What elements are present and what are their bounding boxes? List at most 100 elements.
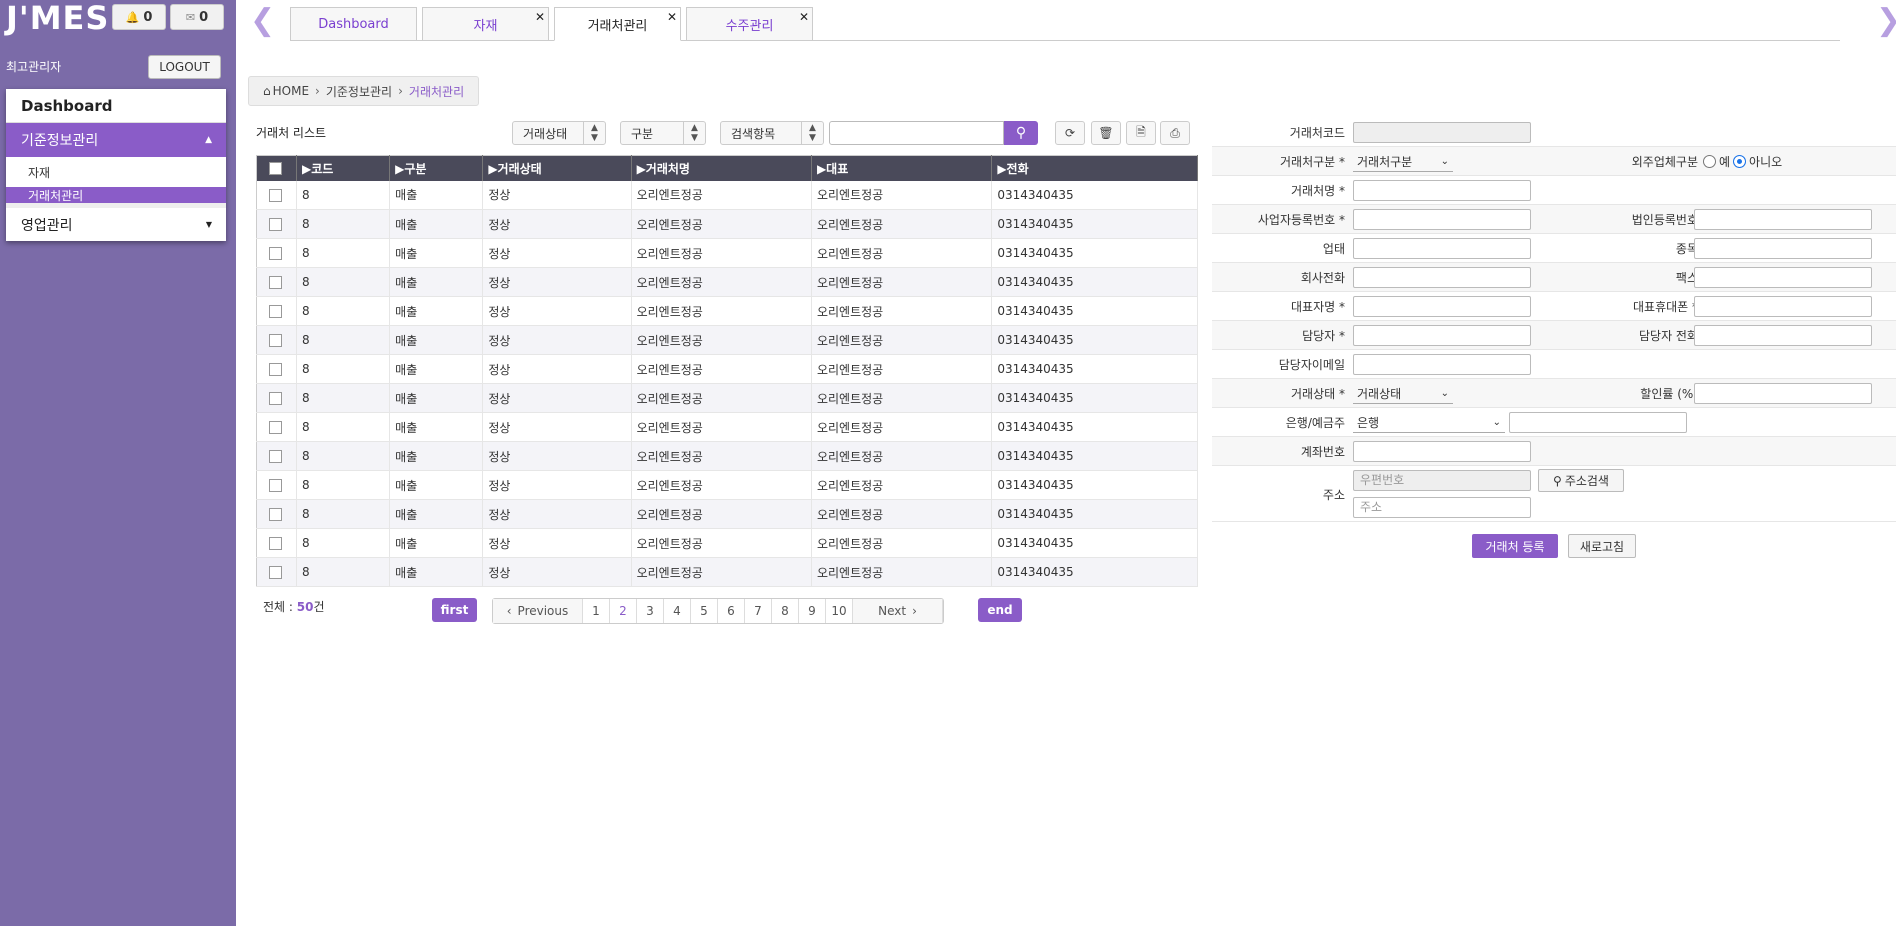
column-header[interactable]: ▶거래상태 [482,155,632,181]
column-header[interactable]: ▶거래처명 [631,155,812,181]
close-icon[interactable]: ✕ [535,10,545,24]
address-search-button[interactable]: ⚲ 주소검색 [1538,469,1624,492]
breadcrumb-level1[interactable]: 기준정보관리 [326,83,392,100]
row-checkbox[interactable] [256,412,297,442]
nav-group-sales[interactable]: 영업관리 ▼ [6,203,226,241]
search-input[interactable] [829,121,1004,145]
ceo-mobile-field[interactable] [1694,296,1872,317]
account-field[interactable] [1353,441,1531,462]
page-button[interactable]: 2 [610,599,637,623]
manager-email-field[interactable] [1353,354,1531,375]
type-filter-select[interactable]: 구분 ▲ ▼ [620,121,706,145]
biz-no-field[interactable] [1353,209,1531,230]
table-row[interactable]: 8 매출 정상 오리엔트정공 오리엔트정공 0314340435 [256,267,1198,297]
table-row[interactable]: 8 매출 정상 오리엔트정공 오리엔트정공 0314340435 [256,238,1198,268]
manager-field[interactable] [1353,325,1531,346]
name-field[interactable] [1353,180,1531,201]
row-checkbox[interactable] [256,499,297,529]
breadcrumb-home[interactable]: HOME [273,84,309,98]
page-button[interactable]: 8 [772,599,799,623]
notifications-button[interactable]: 🔔 0 [112,4,166,30]
page-button[interactable]: 3 [637,599,664,623]
register-button[interactable]: 거래처 등록 [1472,534,1558,558]
page-button[interactable]: 7 [745,599,772,623]
row-checkbox[interactable] [256,325,297,355]
row-checkbox[interactable] [256,238,297,268]
page-button[interactable]: 10 [826,599,853,623]
row-checkbox[interactable] [256,354,297,384]
table-row[interactable]: 8 매출 정상 오리엔트정공 오리엔트정공 0314340435 [256,412,1198,442]
page-button[interactable]: 5 [691,599,718,623]
column-header[interactable]: ▶전화 [991,155,1198,181]
table-row[interactable]: 8 매출 정상 오리엔트정공 오리엔트정공 0314340435 [256,499,1198,529]
table-row[interactable]: 8 매출 정상 오리엔트정공 오리엔트정공 0314340435 [256,209,1198,239]
previous-page-button[interactable]: ‹ Previous [493,599,583,623]
excel-button[interactable]: 🗎 [1126,121,1156,145]
refresh-button[interactable]: ⟳ [1055,121,1085,145]
row-checkbox[interactable] [256,528,297,558]
logout-button[interactable]: LOGOUT [148,55,221,79]
biz-item-field[interactable] [1694,238,1872,259]
tab-material[interactable]: 자재 ✕ [422,7,549,41]
first-page-button[interactable]: first [432,598,477,622]
search-field-select[interactable]: 검색항목 ▲ ▼ [720,121,824,145]
nav-dashboard[interactable]: Dashboard [6,89,226,123]
tab-client[interactable]: 거래처관리 ✕ [554,7,681,41]
page-button[interactable]: 1 [583,599,610,623]
row-checkbox[interactable] [256,557,297,587]
table-row[interactable]: 8 매출 정상 오리엔트정공 오리엔트정공 0314340435 [256,354,1198,384]
table-row[interactable]: 8 매출 정상 오리엔트정공 오리엔트정공 0314340435 [256,470,1198,500]
row-checkbox[interactable] [256,209,297,239]
table-row[interactable]: 8 매출 정상 오리엔트정공 오리엔트정공 0314340435 [256,296,1198,326]
type-select[interactable]: 거래처구분 ⌄ [1353,151,1453,172]
row-checkbox[interactable] [256,441,297,471]
table-row[interactable]: 8 매출 정상 오리엔트정공 오리엔트정공 0314340435 [256,325,1198,355]
column-header[interactable]: ▶대표 [811,155,993,181]
row-checkbox[interactable] [256,180,297,210]
tab-order[interactable]: 수주관리 ✕ [686,7,813,41]
fax-field[interactable] [1694,267,1872,288]
address-field[interactable]: 주소 [1353,497,1531,518]
row-checkbox[interactable] [256,296,297,326]
nav-group-master-data[interactable]: 기준정보관리 ▲ [6,123,226,157]
next-page-button[interactable]: Next › [853,599,943,623]
status-filter-select[interactable]: 거래상태 ▲ ▼ [512,121,606,145]
manager-phone-field[interactable] [1694,325,1872,346]
biz-type-field[interactable] [1353,238,1531,259]
tab-next-icon[interactable]: ❯ [1876,6,1896,36]
row-checkbox[interactable] [256,267,297,297]
column-header[interactable]: ▶구분 [389,155,484,181]
corp-no-field[interactable] [1694,209,1872,230]
radio-no[interactable] [1733,155,1747,168]
row-checkbox[interactable] [256,470,297,500]
table-row[interactable]: 8 매출 정상 오리엔트정공 오리엔트정공 0314340435 [256,383,1198,413]
close-icon[interactable]: ✕ [799,10,809,24]
select-all-checkbox[interactable] [256,155,297,181]
tab-dashboard[interactable]: Dashboard [290,7,417,41]
messages-button[interactable]: ✉ 0 [170,4,224,30]
discount-field[interactable] [1694,383,1872,404]
status-select[interactable]: 거래상태 ⌄ [1353,383,1453,404]
page-button[interactable]: 9 [799,599,826,623]
bank-select[interactable]: 은행 ⌄ [1353,412,1505,433]
phone-field[interactable] [1353,267,1531,288]
print-button[interactable]: ⎙ [1160,121,1190,145]
table-row[interactable]: 8 매출 정상 오리엔트정공 오리엔트정공 0314340435 [256,557,1198,587]
table-row[interactable]: 8 매출 정상 오리엔트정공 오리엔트정공 0314340435 [256,180,1198,210]
table-row[interactable]: 8 매출 정상 오리엔트정공 오리엔트정공 0314340435 [256,441,1198,471]
reset-button[interactable]: 새로고침 [1568,534,1636,558]
close-icon[interactable]: ✕ [667,10,677,24]
page-button[interactable]: 6 [718,599,745,623]
account-holder-field[interactable] [1509,412,1687,433]
radio-yes[interactable] [1703,155,1716,168]
nav-item-material[interactable]: 자재 [6,157,226,187]
ceo-field[interactable] [1353,296,1531,317]
page-button[interactable]: 4 [664,599,691,623]
tab-prev-icon[interactable]: ❮ [250,6,275,36]
last-page-button[interactable]: end [978,598,1022,622]
search-button[interactable]: ⚲ [1004,121,1038,145]
row-checkbox[interactable] [256,383,297,413]
delete-button[interactable]: 🗑 [1091,121,1121,145]
column-header[interactable]: ▶코드 [296,155,391,181]
nav-item-client[interactable]: 거래처관리 [6,187,226,203]
